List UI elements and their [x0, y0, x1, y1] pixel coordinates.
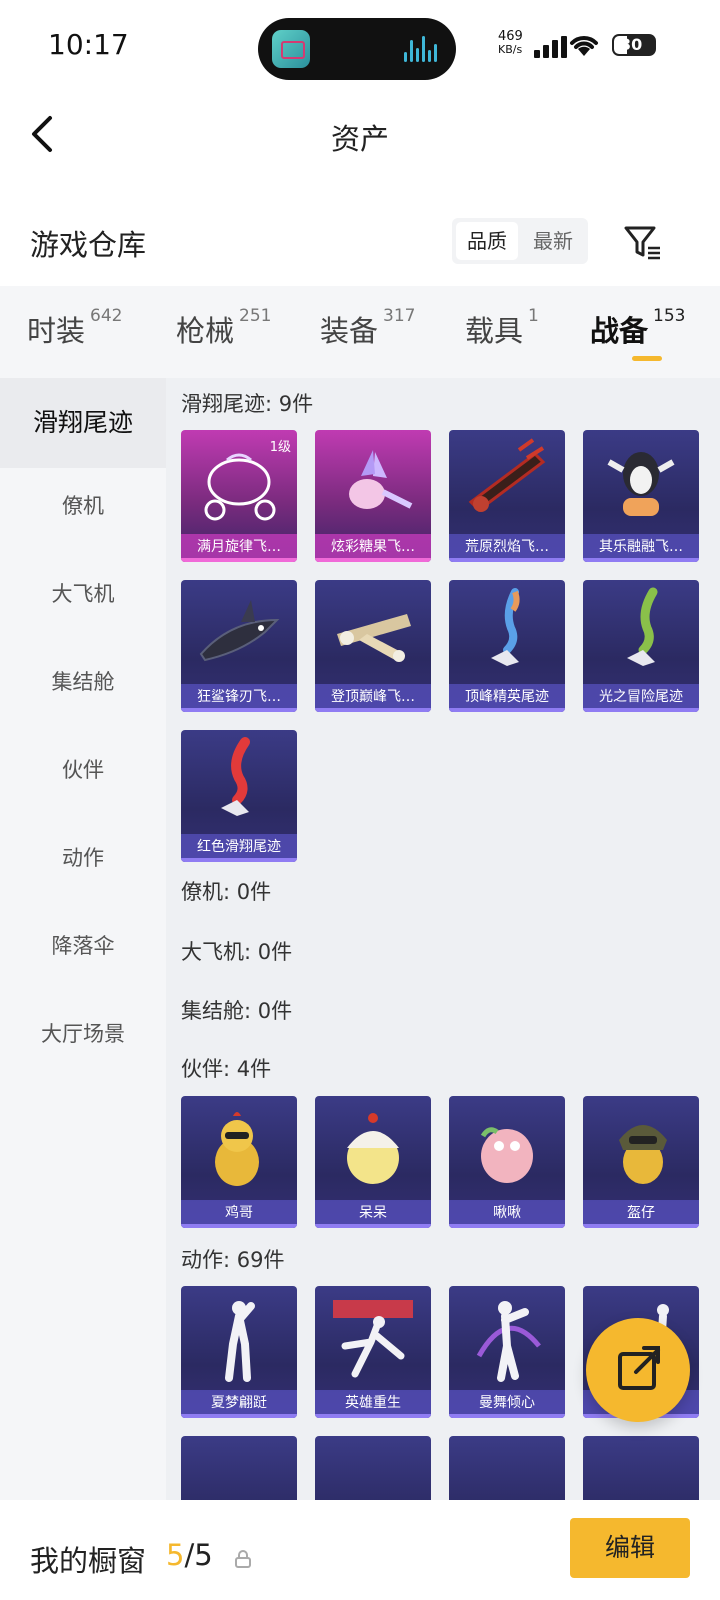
item-name: 满月旋律飞…	[181, 534, 297, 562]
tab-vehicles[interactable]: 载具 1	[465, 306, 539, 350]
item-name: 荒原烈焰飞…	[449, 534, 565, 562]
item-name: 光之冒险尾迹	[583, 684, 699, 712]
item-name: 鸡哥	[181, 1200, 297, 1228]
active-tab-indicator	[632, 356, 662, 361]
tab-weapons[interactable]: 枪械 251	[176, 306, 271, 350]
item-name: 啾啾	[449, 1200, 565, 1228]
dancer-figure-icon	[476, 1301, 541, 1382]
section-title-emote: 动作: 69件	[181, 1248, 285, 1272]
item-name: 狂鲨锋刃飞…	[181, 684, 297, 712]
page-title: 资产	[330, 122, 389, 156]
helmet-chick-icon	[619, 1125, 667, 1184]
showcase-label: 我的橱窗	[30, 1544, 147, 1578]
tab-readiness[interactable]: 战备 153	[590, 306, 685, 350]
sidebar-item-emote[interactable]: 动作	[0, 842, 166, 872]
item-card[interactable]: 曼舞倾心	[449, 1286, 565, 1418]
status-bar: 10:17 469 KB/s 30	[0, 0, 720, 96]
summit-glider-icon	[337, 614, 411, 662]
item-card[interactable]: 鸡哥	[181, 1096, 297, 1228]
wifi-icon	[570, 36, 598, 56]
item-card[interactable]: 登顶巅峰飞…	[315, 580, 431, 712]
section-title-glide: 滑翔尾迹: 9件	[181, 392, 314, 416]
sidebar-item-pod[interactable]: 集结舱	[0, 666, 166, 696]
item-card[interactable]	[449, 1436, 565, 1500]
dancer-figure-icon	[225, 1301, 255, 1382]
category-tabs: 时装 642 枪械 251 装备 317 载具 1 战备 153	[0, 286, 720, 378]
chicken-icon	[215, 1112, 259, 1186]
share-button[interactable]	[586, 1318, 690, 1422]
egg-chick-icon	[347, 1113, 399, 1184]
item-name: 其乐融融飞…	[583, 534, 699, 562]
section-title-partner: 伙伴: 4件	[181, 1057, 272, 1081]
item-card[interactable]: 炫彩糖果飞…	[315, 430, 431, 562]
item-card[interactable]: 英雄重生	[315, 1286, 431, 1418]
item-name: 盔仔	[583, 1200, 699, 1228]
item-card[interactable]: 其乐融融飞…	[583, 430, 699, 562]
item-name: 炫彩糖果飞…	[315, 534, 431, 562]
shark-glider-icon	[199, 600, 280, 662]
item-card[interactable]: 荒原烈焰飞…	[449, 430, 565, 562]
item-card[interactable]: 盔仔	[583, 1096, 699, 1228]
smoke-trail-icon	[491, 588, 520, 666]
item-name: 红色滑翔尾迹	[181, 834, 297, 862]
bottom-bar: 我的橱窗 5/5 编辑	[0, 1500, 720, 1600]
sidebar-item-plane[interactable]: 大飞机	[0, 578, 166, 608]
section-title-wingman: 僚机: 0件	[181, 880, 272, 904]
item-card[interactable]: 顶峰精英尾迹	[449, 580, 565, 712]
item-card[interactable]: 夏梦翩跹	[181, 1286, 297, 1418]
level-badge: 1级	[269, 440, 291, 455]
pink-bird-icon	[480, 1127, 533, 1183]
tab-equipment[interactable]: 装备 317	[320, 306, 415, 350]
edit-button[interactable]: 编辑	[570, 1518, 690, 1578]
sort-toggle: 品质 最新	[452, 218, 588, 264]
penguin-glider-icon	[607, 452, 675, 516]
sidebar-item-wingman[interactable]: 僚机	[0, 490, 166, 520]
item-card[interactable]: 狂鲨锋刃飞…	[181, 580, 297, 712]
flame-glider-icon	[468, 438, 546, 512]
item-name: 登顶巅峰飞…	[315, 684, 431, 712]
lock-icon	[235, 1550, 251, 1568]
dynamic-island	[258, 18, 456, 80]
item-card[interactable]	[181, 1436, 297, 1500]
sidebar: 滑翔尾迹 僚机 大飞机 集结舱 伙伴 动作 降落伞 大厅场景	[0, 378, 166, 1500]
item-card[interactable]	[583, 1436, 699, 1500]
item-card[interactable]: 光之冒险尾迹	[583, 580, 699, 712]
item-name: 英雄重生	[315, 1390, 431, 1418]
section-title-pod: 集结舱: 0件	[181, 999, 293, 1023]
battery-icon: 30	[612, 34, 656, 56]
hero-poster-icon	[333, 1300, 413, 1378]
sidebar-item-lobby-scene[interactable]: 大厅场景	[0, 1018, 166, 1048]
item-card[interactable]: 呆呆	[315, 1096, 431, 1228]
net-speed: 469 KB/s	[498, 29, 523, 56]
candy-trail-icon	[349, 450, 413, 509]
sort-quality-button[interactable]: 品质	[456, 222, 518, 260]
share-out-icon	[618, 1346, 660, 1390]
sidebar-item-glide-trail[interactable]: 滑翔尾迹	[0, 378, 166, 468]
signal-icon	[534, 36, 568, 58]
sidebar-item-partner[interactable]: 伙伴	[0, 754, 166, 784]
audio-wave-icon	[404, 36, 438, 62]
section-title-plane: 大飞机: 0件	[181, 940, 293, 964]
item-name: 呆呆	[315, 1200, 431, 1228]
item-name: 夏梦翩跹	[181, 1390, 297, 1418]
item-card[interactable]: 啾啾	[449, 1096, 565, 1228]
item-name: 曼舞倾心	[449, 1390, 565, 1418]
filter-icon[interactable]	[622, 222, 662, 262]
status-time: 10:17	[48, 28, 129, 61]
item-card[interactable]	[315, 1436, 431, 1500]
item-name: 顶峰精英尾迹	[449, 684, 565, 712]
item-card[interactable]: 红色滑翔尾迹	[181, 730, 297, 862]
showcase-count: 5/5	[166, 1538, 213, 1572]
item-card[interactable]: 1级 满月旋律飞…	[181, 430, 297, 562]
tab-fashion[interactable]: 时装 642	[27, 306, 122, 350]
app-icon	[272, 30, 310, 68]
warehouse-title: 游戏仓库	[30, 228, 147, 262]
sidebar-item-parachute[interactable]: 降落伞	[0, 930, 166, 960]
smoke-trail-icon	[627, 587, 658, 666]
sort-newest-button[interactable]: 最新	[522, 222, 584, 260]
smoke-trail-icon	[221, 737, 250, 816]
